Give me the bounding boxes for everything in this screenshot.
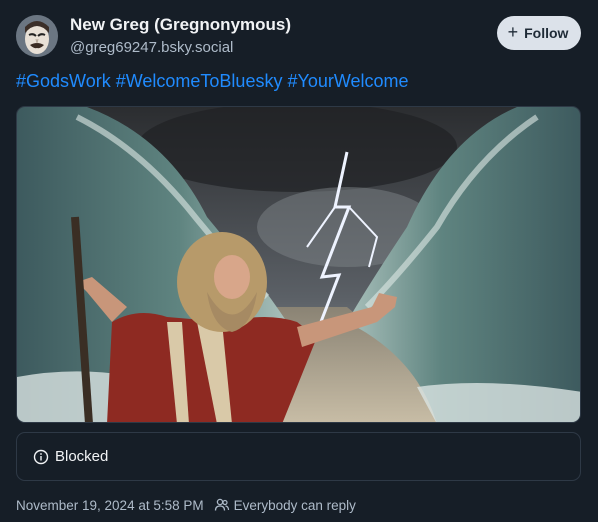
hashtag-link[interactable]: #WelcomeToBluesky — [116, 71, 283, 91]
people-icon — [214, 498, 229, 511]
hashtag-link[interactable]: #YourWelcome — [287, 71, 408, 91]
info-icon — [33, 449, 49, 464]
author-display-name[interactable]: New Greg (Gregnonymous) — [70, 15, 291, 35]
plus-icon: + — [507, 22, 519, 42]
post-text: #GodsWork #WelcomeToBluesky #YourWelcome — [16, 71, 409, 92]
follow-button[interactable]: + Follow — [497, 16, 581, 50]
reply-setting[interactable]: Everybody can reply — [214, 497, 356, 513]
author-handle[interactable]: @greg69247.bsky.social — [70, 39, 233, 56]
post-card: New Greg (Gregnonymous) @greg69247.bsky.… — [0, 0, 598, 522]
blocked-embed[interactable]: Blocked — [16, 432, 581, 481]
avatar[interactable] — [16, 15, 58, 57]
hashtag-link[interactable]: #GodsWork — [16, 71, 111, 91]
blocked-label: Blocked — [55, 448, 109, 465]
reply-setting-label: Everybody can reply — [233, 497, 356, 513]
post-timestamp: November 19, 2024 at 5:58 PM — [16, 497, 204, 513]
follow-button-label: Follow — [524, 25, 569, 41]
post-meta: November 19, 2024 at 5:58 PM Everybody c… — [16, 497, 356, 513]
post-image[interactable] — [16, 106, 581, 423]
